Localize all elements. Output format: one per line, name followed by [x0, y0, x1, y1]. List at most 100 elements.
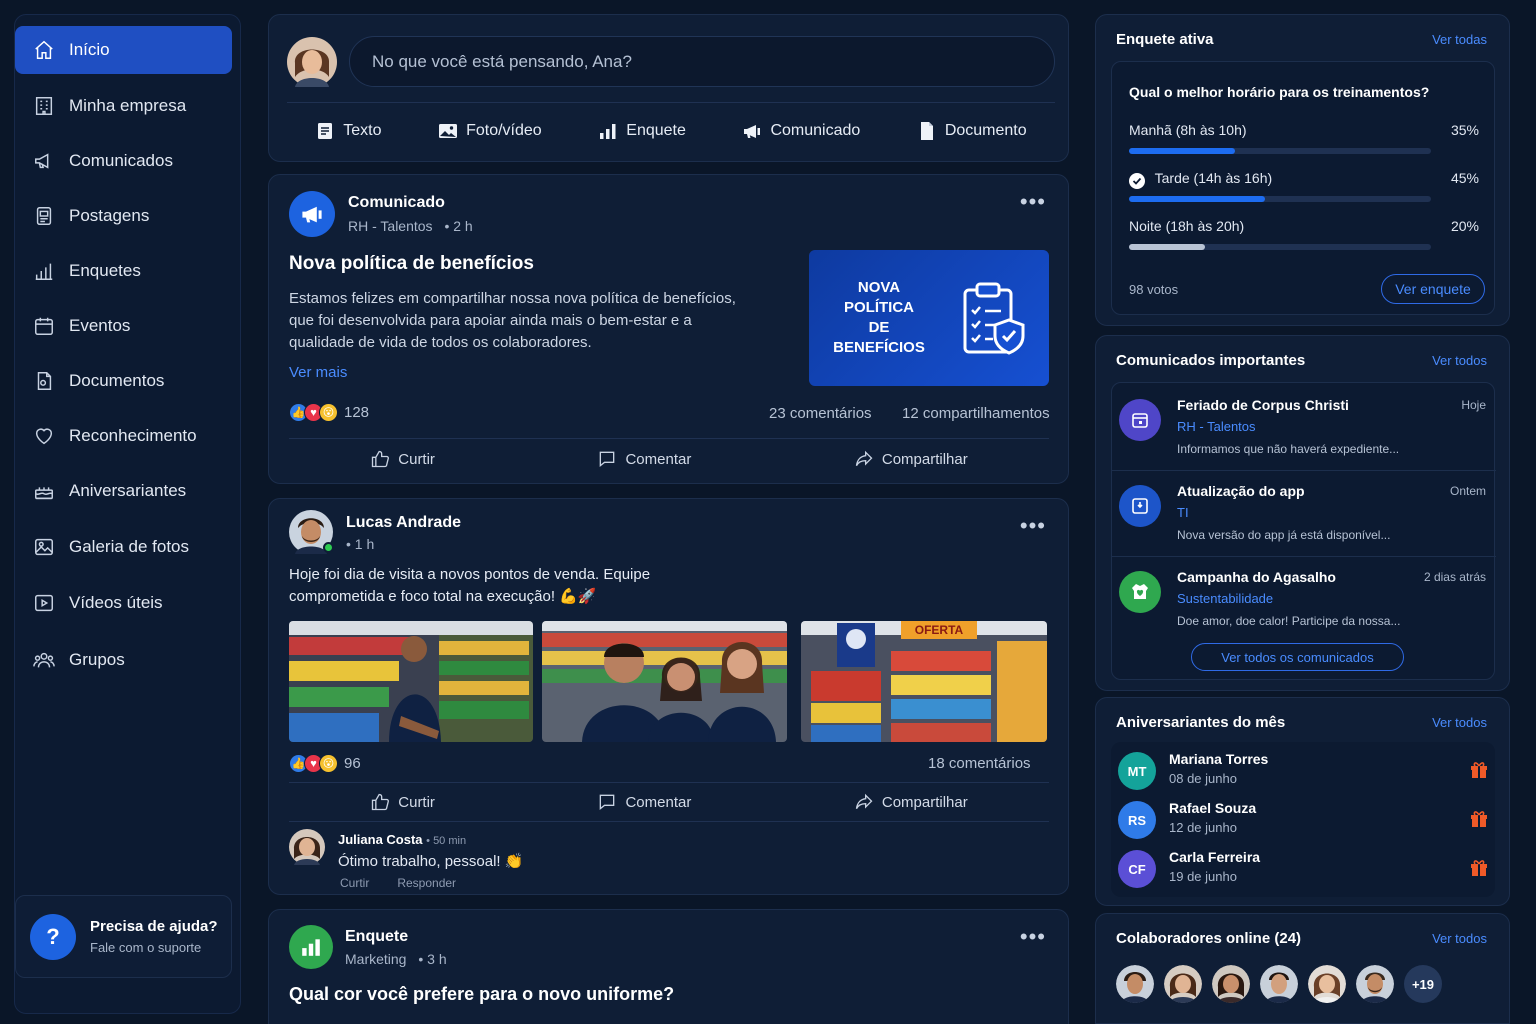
avatar-initials: MT — [1118, 752, 1156, 790]
comment-reply-link[interactable]: Responder — [397, 876, 456, 890]
see-all-announcements-button[interactable]: Ver todos os comunicados — [1191, 643, 1404, 671]
share-icon — [855, 450, 873, 466]
active-poll-card: Enquete ativa Ver todas Qual o melhor ho… — [1095, 14, 1510, 326]
user-avatar[interactable] — [287, 37, 337, 87]
more-online-users[interactable]: +19 — [1404, 965, 1442, 1003]
post-author[interactable]: Comunicado — [348, 194, 445, 212]
post-banner-image[interactable]: NOVA POLÍTICA DE BENEFÍCIOS — [809, 250, 1049, 386]
composer-poll-button[interactable]: Enquete — [598, 121, 686, 141]
birthday-row[interactable]: RS Rafael Souza 12 de junho — [1111, 797, 1495, 845]
poll-option[interactable]: Noite (18h às 20h) 20% — [1129, 218, 1479, 250]
text-icon — [318, 123, 333, 139]
composer-input[interactable]: No que você está pensando, Ana? — [349, 36, 1055, 87]
post-author[interactable]: Lucas Andrade — [346, 514, 461, 532]
sidebar-item-aniversariantes[interactable]: Aniversariantes — [15, 467, 232, 515]
comment-button[interactable]: Comentar — [597, 792, 691, 812]
post-time: • 2 h — [444, 218, 473, 234]
commenter-name-text[interactable]: Juliana Costa — [338, 832, 423, 847]
see-all-announcements-link[interactable]: Ver todos — [1432, 353, 1487, 368]
online-user-avatar[interactable] — [1308, 965, 1346, 1003]
reaction-summary[interactable]: 👍 ♥ 😮 96 — [289, 754, 361, 773]
online-user-avatar[interactable] — [1164, 965, 1202, 1003]
birthday-name: Carla Ferreira — [1169, 849, 1261, 865]
post-time: • 1 h — [346, 536, 375, 552]
composer-text-button[interactable]: Texto — [315, 121, 382, 141]
poll-option-label: Noite (18h às 20h) — [1129, 218, 1245, 234]
poll-box: Qual o melhor horário para os treinament… — [1111, 61, 1495, 315]
commenter-avatar[interactable] — [289, 829, 325, 865]
see-all-birthdays-link[interactable]: Ver todos — [1432, 715, 1487, 730]
announcement-date: Hoje — [1461, 398, 1486, 412]
announcement-item[interactable]: Atualização do app Ontem TI Nova versão … — [1112, 469, 1496, 555]
share-button[interactable]: Compartilhar — [854, 449, 968, 469]
reaction-count: 96 — [344, 755, 361, 772]
sidebar-item-eventos[interactable]: Eventos — [15, 302, 232, 350]
see-all-online-link[interactable]: Ver todos — [1432, 931, 1487, 946]
post-photo-2[interactable] — [542, 621, 787, 742]
announcement-date: Ontem — [1449, 484, 1486, 498]
sidebar-item-minha-empresa[interactable]: Minha empresa — [15, 82, 232, 130]
comment-button[interactable]: Comentar — [597, 449, 691, 469]
sidebar-item-videos[interactable]: Vídeos úteis — [15, 579, 232, 627]
birthday-row[interactable]: MT Mariana Torres 08 de junho — [1111, 748, 1495, 796]
post-photo-1[interactable] — [289, 621, 533, 742]
post-actions: Curtir Comentar Compartilhar — [289, 782, 1049, 822]
card-title: Aniversariantes do mês — [1116, 714, 1286, 731]
sidebar-item-enquetes[interactable]: Enquetes — [15, 247, 232, 295]
gift-icon[interactable] — [1469, 808, 1489, 828]
like-button[interactable]: Curtir — [370, 449, 435, 469]
online-user-avatar[interactable] — [1116, 965, 1154, 1003]
sidebar-item-galeria[interactable]: Galeria de fotos — [15, 523, 232, 571]
sidebar-item-inicio[interactable]: Início — [15, 26, 232, 74]
online-avatars: +19 — [1116, 965, 1442, 1003]
share-button[interactable]: Compartilhar — [854, 792, 968, 812]
megaphone-icon — [744, 125, 761, 138]
online-user-avatar[interactable] — [1260, 965, 1298, 1003]
sidebar-item-postagens[interactable]: Postagens — [15, 192, 232, 240]
comment-label: Comentar — [625, 793, 692, 811]
online-user-avatar[interactable] — [1356, 965, 1394, 1003]
online-user-avatar[interactable] — [1212, 965, 1250, 1003]
post-photo-3[interactable]: OFERTA — [801, 621, 1047, 742]
post-author[interactable]: Enquete — [345, 928, 408, 946]
poll-progress-fill — [1129, 196, 1265, 202]
post-meta: Marketing • 3 h — [345, 951, 447, 967]
announcement-item[interactable]: Campanha do Agasalho 2 dias atrás Susten… — [1112, 555, 1496, 641]
poll-option[interactable]: Tarde (14h às 16h) 45% — [1129, 170, 1479, 202]
view-poll-button[interactable]: Ver enquete — [1381, 274, 1485, 304]
share-count[interactable]: 12 compartilhamentos — [902, 405, 1050, 422]
announcement-dept: Sustentabilidade — [1177, 591, 1274, 606]
card-title: Colaboradores online (24) — [1116, 930, 1302, 947]
see-more-link[interactable]: Ver mais — [289, 364, 347, 381]
like-button[interactable]: Curtir — [370, 792, 435, 812]
sidebar-item-comunicados[interactable]: Comunicados — [15, 137, 232, 185]
sidebar-item-label: Comunicados — [69, 151, 173, 170]
thumbs-up-icon — [372, 450, 390, 468]
help-box[interactable]: ? Precisa de ajuda? Fale com o suporte — [15, 895, 232, 978]
commenter-name: Juliana Costa • 50 min — [338, 832, 466, 847]
announcement-title: Feriado de Corpus Christi — [1177, 397, 1349, 413]
poll-option[interactable]: Manhã (8h às 10h) 35% — [1129, 122, 1479, 154]
sidebar-item-reconhecimento[interactable]: Reconhecimento — [15, 412, 232, 460]
more-options-icon[interactable]: ••• — [1020, 515, 1046, 537]
composer-photo-button[interactable]: Foto/vídeo — [438, 121, 542, 141]
post-body: Hoje foi dia de visita a novos pontos de… — [289, 566, 651, 605]
comment-count[interactable]: 23 comentários — [769, 405, 872, 422]
reaction-summary[interactable]: 👍 ♥ 😮 128 — [289, 403, 369, 422]
sidebar-item-documentos[interactable]: Documentos — [15, 357, 232, 405]
see-all-polls-link[interactable]: Ver todas — [1432, 32, 1487, 47]
composer-document-button[interactable]: Documento — [917, 121, 1027, 141]
composer-announcement-button[interactable]: Comunicado — [742, 121, 860, 141]
gift-icon[interactable] — [1469, 857, 1489, 877]
gift-icon[interactable] — [1469, 759, 1489, 779]
comment-count[interactable]: 18 comentários — [928, 755, 1031, 772]
birthday-row[interactable]: CF Carla Ferreira 19 de junho — [1111, 846, 1495, 894]
clipboard-check-icon — [963, 282, 1025, 355]
more-options-icon[interactable]: ••• — [1020, 926, 1046, 948]
poll-option-percent: 45% — [1450, 170, 1479, 186]
comment-like-link[interactable]: Curtir — [340, 876, 369, 890]
photo-icon — [439, 124, 458, 138]
announcement-item[interactable]: Feriado de Corpus Christi Hoje RH - Tale… — [1112, 383, 1496, 469]
sidebar-item-grupos[interactable]: Grupos — [15, 636, 232, 684]
more-options-icon[interactable]: ••• — [1020, 191, 1046, 213]
